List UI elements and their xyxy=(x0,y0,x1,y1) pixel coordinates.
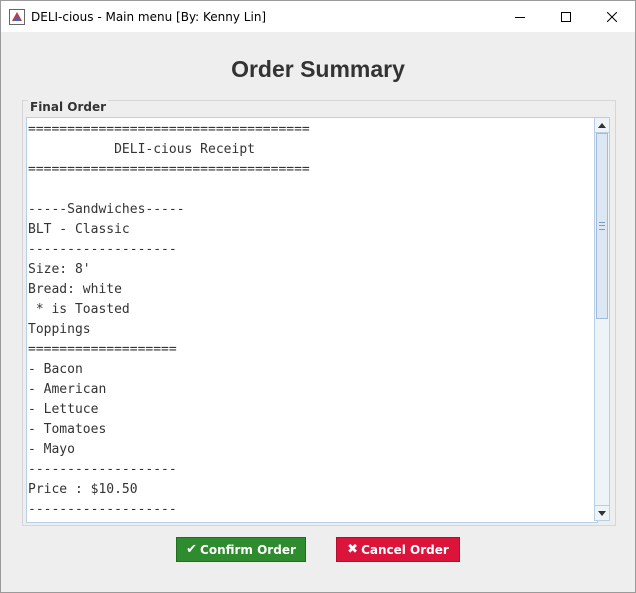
receipt-text: ==================================== DEL… xyxy=(28,122,310,517)
maximize-icon xyxy=(561,11,571,22)
close-button[interactable] xyxy=(589,1,635,32)
close-icon xyxy=(607,11,617,22)
cancel-order-button[interactable]: ✖ Cancel Order xyxy=(336,537,460,562)
group-label: Final Order xyxy=(28,100,109,114)
chevron-up-icon xyxy=(598,122,606,128)
receipt-text-area[interactable]: ==================================== DEL… xyxy=(26,117,598,523)
scroll-down-button[interactable] xyxy=(595,505,609,520)
page-title: Order Summary xyxy=(231,56,405,82)
confirm-order-button[interactable]: ✔ Confirm Order xyxy=(176,537,306,562)
final-order-group: Final Order ============================… xyxy=(22,100,616,526)
app-icon[interactable] xyxy=(9,8,25,25)
title-bar[interactable]: DELI-cious - Main menu [By: Kenny Lin] xyxy=(1,1,635,32)
main-content: Order Summary Final Order ==============… xyxy=(1,32,635,592)
window-title: DELI-cious - Main menu [By: Kenny Lin] xyxy=(31,9,267,24)
app-window: DELI-cious - Main menu [By: Kenny Lin] O… xyxy=(0,0,636,593)
scroll-up-button[interactable] xyxy=(595,118,609,133)
cross-icon: ✖ xyxy=(347,542,359,557)
maximize-button[interactable] xyxy=(543,1,589,32)
vertical-scrollbar[interactable] xyxy=(594,117,610,521)
minimize-button[interactable] xyxy=(497,1,543,32)
scroll-thumb[interactable] xyxy=(596,133,608,319)
cancel-order-label: Cancel Order xyxy=(361,542,449,557)
confirm-order-label: Confirm Order xyxy=(200,542,296,557)
check-icon: ✔ xyxy=(186,542,198,557)
minimize-icon xyxy=(515,16,525,18)
chevron-down-icon xyxy=(598,510,606,516)
grip-icon xyxy=(599,222,605,230)
